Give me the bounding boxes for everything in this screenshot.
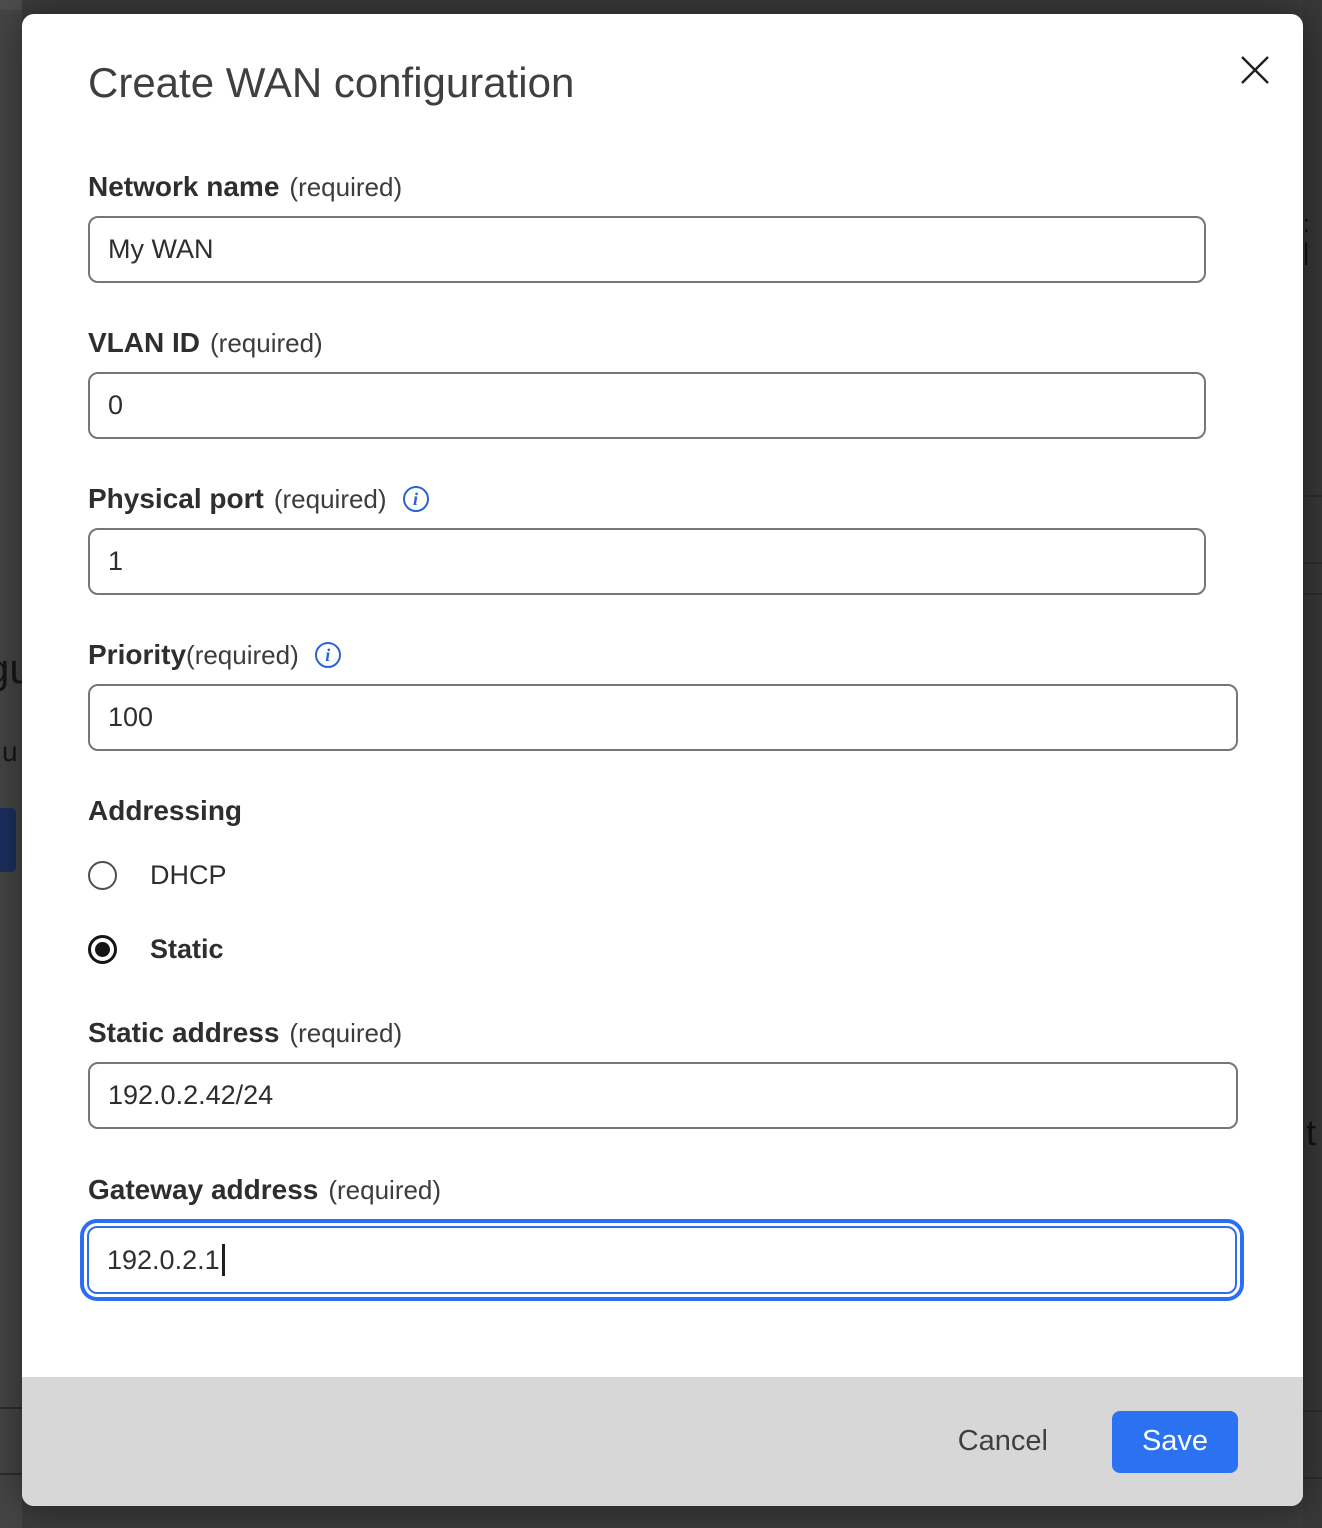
addressing-option-static[interactable]: Static — [88, 929, 1238, 969]
required-marker: (required) — [289, 1016, 402, 1050]
required-marker: (required) — [289, 170, 402, 204]
backdrop-row-divider — [1303, 593, 1322, 595]
radio-unselected-icon[interactable] — [88, 861, 117, 890]
static-address-label: Static address (required) — [88, 1016, 1238, 1050]
network-name-input[interactable] — [88, 216, 1206, 283]
backdrop-text-fragment: u — [2, 736, 18, 768]
backdrop-button-fragment — [0, 808, 16, 872]
required-marker: (required) — [210, 326, 323, 360]
radio-label: Static — [150, 934, 224, 965]
dialog-title: Create WAN configuration — [88, 58, 1238, 108]
create-wan-configuration-dialog: Create WAN configuration Network name (r… — [22, 14, 1303, 1506]
text-caret — [222, 1244, 225, 1276]
backdrop-right-strip: : | t — [1303, 0, 1322, 1528]
static-address-input[interactable] — [88, 1062, 1238, 1129]
info-icon[interactable]: i — [403, 486, 429, 512]
backdrop-row-divider — [1303, 495, 1322, 497]
gateway-address-label: Gateway address (required) — [88, 1173, 1238, 1207]
backdrop-text-fragment: gu — [0, 645, 22, 693]
required-marker: (required) — [274, 482, 387, 516]
vlan-id-label: VLAN ID (required) — [88, 326, 1238, 360]
gateway-address-value: 192.0.2.1 — [107, 1245, 220, 1276]
cancel-button[interactable]: Cancel — [944, 1415, 1062, 1468]
gateway-address-input[interactable]: 192.0.2.1 — [87, 1226, 1237, 1294]
physical-port-label: Physical port (required) i — [88, 482, 1238, 516]
radio-label: DHCP — [150, 860, 227, 891]
backdrop-row-divider — [0, 1407, 22, 1409]
backdrop-text-fragment: : | — [1303, 211, 1322, 267]
priority-input[interactable] — [88, 684, 1238, 751]
addressing-option-dhcp[interactable]: DHCP — [88, 855, 1238, 895]
priority-label: Priority (required) i — [88, 638, 1238, 672]
save-button[interactable]: Save — [1112, 1411, 1238, 1473]
backdrop-row-divider — [1303, 562, 1322, 564]
required-marker: (required) — [186, 638, 299, 672]
required-marker: (required) — [328, 1173, 441, 1207]
backdrop-left-strip: gu u — [0, 0, 22, 1528]
info-icon[interactable]: i — [315, 642, 341, 668]
vlan-id-input[interactable] — [88, 372, 1206, 439]
addressing-label: Addressing — [88, 793, 1238, 829]
backdrop-top-patch — [0, 0, 22, 10]
dialog-footer: Cancel Save — [22, 1377, 1303, 1506]
dialog-body: Create WAN configuration Network name (r… — [22, 14, 1303, 1377]
backdrop-row-divider — [0, 1473, 22, 1475]
backdrop-text-fragment: t — [1306, 1112, 1316, 1154]
backdrop-row-divider — [1303, 1410, 1322, 1412]
physical-port-input[interactable] — [88, 528, 1206, 595]
backdrop-row-divider — [1303, 1477, 1322, 1479]
network-name-label: Network name (required) — [88, 170, 1238, 204]
radio-selected-icon[interactable] — [88, 935, 117, 964]
